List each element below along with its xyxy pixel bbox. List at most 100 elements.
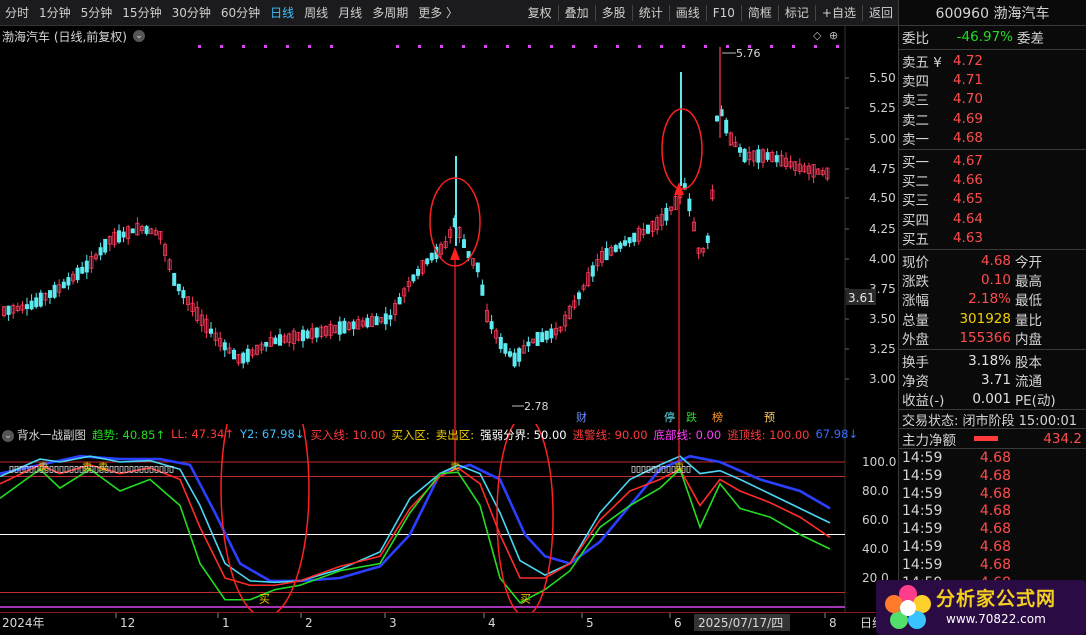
sell-row: 卖一 4.68 [899,129,1086,148]
legend-item: 趋势: 40.85↑ [92,428,166,442]
row-price: 4.71 [952,72,983,89]
indicator-title[interactable]: ⌄ 背水一战副图 [2,427,86,442]
period-tab-4[interactable]: 30分钟 [167,0,216,25]
tool-button-5[interactable]: F10 [708,0,740,25]
stat-value: 0.001 [972,391,1011,408]
tool-button-1[interactable]: 叠加 [560,0,594,25]
tool-button-7[interactable]: 标记 [780,0,814,25]
net-flow-value: 434.2 [1043,430,1082,447]
candle-body [172,273,177,286]
separator [557,4,559,21]
period-tab-10[interactable]: 更多 〉 [413,0,463,25]
chevron-down-icon[interactable]: ⌄ [133,30,145,42]
candle-body [604,248,609,261]
weibi-row: 委比 -46.97% 委差 [899,26,1086,48]
separator [740,4,742,21]
indicator-tick: 80.0 [862,484,889,498]
candle-body [144,226,149,234]
buy-signal: 买 [259,592,270,605]
sell-signal: 卖 [98,461,108,473]
period-tab-1[interactable]: 1分钟 [34,0,76,25]
tool-button-8[interactable]: +自选 [817,0,861,25]
candle-body [98,247,103,256]
period-tab-2[interactable]: 5分钟 [76,0,118,25]
candle-body [300,329,305,342]
stat-label-2: 内盘 [1015,332,1042,349]
row-label: 买五 [902,232,929,249]
watermark-url: www.70822.com [946,612,1046,626]
chevron-down-icon[interactable]: ⌄ [2,429,14,442]
tool-button-9[interactable]: 返回 [864,0,898,25]
signal-dot [440,45,443,48]
sell-zone-bar [636,465,641,473]
sell-signal: 卖 [82,461,92,473]
sell-signal: 卖 [450,461,460,473]
tick-list[interactable]: 14:59 4.68 14:59 4.68 14:59 4.68 14:59 4.68 14:5… [899,449,1086,591]
candle-body [245,348,250,362]
event-tag: 停 [664,410,675,424]
row-label: 买二 [902,174,929,191]
price-tick: 4.00 [869,252,896,266]
stat-label: 外盘 [902,332,929,349]
row-label: 卖四 [902,74,929,91]
period-tab-3[interactable]: 15分钟 [117,0,166,25]
watermark-logo: 分析家公式网 www.70822.com [876,580,1086,635]
tick-price: 4.68 [979,538,1011,555]
candle-body [29,300,34,310]
candle-body [742,148,747,163]
stat-value: 155366 [959,330,1011,347]
signal-dot [814,45,817,48]
stat-label: 换手 [902,354,929,371]
date-tick: 3 [389,616,397,630]
signal-dot [484,45,487,48]
period-tab-8[interactable]: 月线 [333,0,367,25]
signal-dot [770,45,773,48]
buy-zone-ellipse [220,360,310,618]
buy-orders: 买一 4.67 买二 4.66 买三 4.65 买四 4.64 买五 4.63 [899,151,1086,249]
kline-chart[interactable]: 5.50 5.25 5.00 4.75 4.50 4.25 4.00 3.75 3.50 3.25… [0,26,898,424]
separator [668,4,670,21]
candle-body [738,147,743,153]
date-tick: 5 [586,616,594,630]
candle-body [517,348,522,362]
stat-value: 301928 [959,310,1011,327]
stat-row: 涨跌 0.10 最高 [899,270,1086,290]
stat-value: 0.10 [980,271,1011,288]
price-tick: 3.25 [869,342,896,356]
watermark-title: 分析家公式网 [936,588,1057,610]
stat-label-2: 今开 [1015,254,1042,271]
period-tab-0[interactable]: 分时 [0,0,34,25]
candle-body [80,266,85,274]
candle-body [84,260,89,273]
row-price: 4.65 [952,191,983,208]
sell-row: 卖五 ¥ 4.72 [899,51,1086,71]
tool-button-2[interactable]: 多股 [597,0,631,25]
candle-body [241,352,246,364]
indicator-legend: ⌄ 背水一战副图 趋势: 40.85↑ LL: 47.34↑ Y2: 67.98↓ 买入… [2,427,858,442]
period-tab-9[interactable]: 多周期 [367,0,413,25]
tool-button-3[interactable]: 统计 [634,0,668,25]
sell-zone-bar [134,465,139,473]
stat-label: 现价 [902,254,929,271]
candle-body [613,245,618,252]
legend-item: 强弱分界: 50.00 [480,428,567,442]
separator [777,4,779,21]
tick-time: 14:59 [902,485,943,502]
stat-row: 外盘 155366 内盘 [899,328,1086,349]
buy-row: 买三 4.65 [899,190,1086,209]
period-tab-7[interactable]: 周线 [299,0,333,25]
signal-dot [594,45,597,48]
tool-button-6[interactable]: 简框 [743,0,777,25]
tick-price: 4.68 [979,503,1011,520]
tool-button-4[interactable]: 画线 [671,0,705,25]
row-label: 买一 [902,154,929,171]
diamond-icon: ◇ [813,29,822,42]
period-tab-5[interactable]: 60分钟 [216,0,265,25]
tool-button-0[interactable]: 复权 [523,0,557,25]
signal-dot [330,45,333,48]
expand-icon: ⊕ [829,29,838,42]
indicator-tick: 40.0 [862,542,889,556]
candle-body [337,321,342,335]
period-tab-6[interactable]: 日线 [265,0,299,25]
indicator-subchart[interactable]: 100.0 80.0 60.0 40.0 20.0 卖卖卖卖卖买买 [0,224,898,618]
